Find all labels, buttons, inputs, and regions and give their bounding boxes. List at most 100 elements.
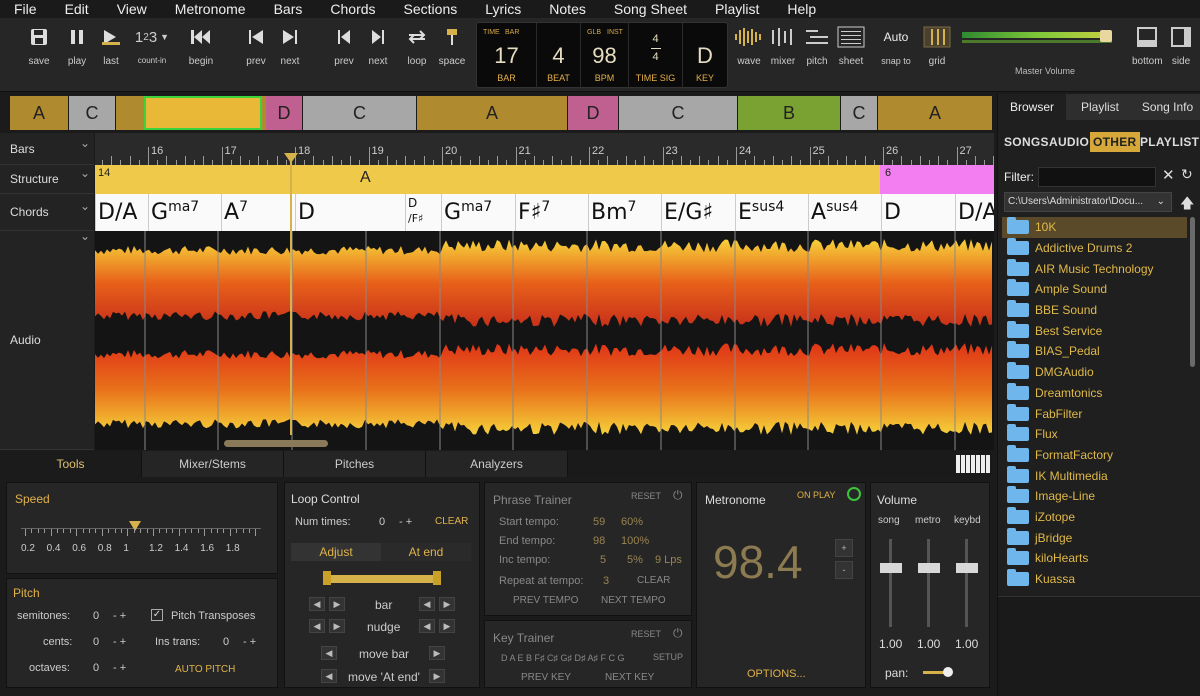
chord-cell[interactable]: Asus4 bbox=[808, 194, 881, 231]
metro-volume-thumb[interactable] bbox=[918, 563, 940, 573]
tempo-down-button[interactable]: - bbox=[835, 561, 853, 579]
sheet-button[interactable]: sheet bbox=[834, 24, 868, 67]
menu-chords[interactable]: Chords bbox=[316, 0, 389, 18]
master-volume-thumb[interactable] bbox=[1099, 30, 1112, 42]
overview-section[interactable]: C bbox=[619, 96, 737, 130]
overview-section[interactable]: D bbox=[266, 96, 302, 130]
menu-file[interactable]: File bbox=[0, 0, 51, 18]
tab-adjust[interactable]: Adjust bbox=[291, 543, 381, 561]
next-key-button[interactable]: NEXT KEY bbox=[605, 672, 654, 683]
loop-clear-button[interactable]: CLEAR bbox=[435, 516, 468, 527]
play-button[interactable]: play bbox=[62, 24, 92, 67]
prev-key-button[interactable]: PREV KEY bbox=[521, 672, 571, 683]
metronome-options-button[interactable]: OPTIONS... bbox=[747, 668, 806, 680]
tab-song-info[interactable]: Song Info bbox=[1134, 94, 1200, 120]
menu-lyrics[interactable]: Lyrics bbox=[471, 0, 535, 18]
structure-section-next[interactable]: 6 bbox=[880, 165, 994, 194]
overview-visible-range[interactable] bbox=[144, 96, 262, 130]
song-volume-slider[interactable] bbox=[889, 539, 892, 627]
nudge-end-right-button[interactable]: ▶ bbox=[439, 619, 455, 633]
timesig-display[interactable]: 4 4 TIME SIG bbox=[629, 23, 683, 89]
list-item[interactable]: iZotope bbox=[1002, 506, 1187, 528]
loop-start-right-button[interactable]: ▶ bbox=[329, 597, 345, 611]
master-volume-slider[interactable] bbox=[962, 30, 1122, 44]
key-setup-button[interactable]: SETUP bbox=[653, 652, 683, 662]
chord-cell[interactable]: Bm7 bbox=[588, 194, 661, 231]
cents-stepper[interactable]: - + bbox=[113, 636, 126, 648]
grid-button[interactable]: grid bbox=[920, 24, 954, 67]
tab-analyzers[interactable]: Analyzers bbox=[426, 451, 568, 477]
list-item[interactable]: IK Multimedia bbox=[1002, 465, 1187, 486]
begin-button[interactable]: begin bbox=[184, 24, 218, 67]
track-area[interactable]: Bars ⌄ Structure ⌄ Chords ⌄ Audio ⌄ 16 17 18 19… bbox=[0, 133, 995, 450]
filter-input[interactable] bbox=[1038, 167, 1156, 187]
pan-thumb[interactable] bbox=[943, 667, 953, 677]
list-item[interactable]: FabFilter bbox=[1002, 403, 1187, 424]
list-item[interactable]: BIAS_Pedal bbox=[1002, 341, 1187, 362]
category-other[interactable]: OTHER bbox=[1090, 132, 1140, 152]
pitch-view-button[interactable]: pitch bbox=[802, 24, 832, 67]
tab-browser[interactable]: Browser bbox=[998, 94, 1066, 120]
menu-view[interactable]: View bbox=[103, 0, 161, 18]
chord-cell[interactable]: F♯7 bbox=[515, 194, 588, 231]
phrase-reset-button[interactable]: RESET bbox=[631, 491, 661, 501]
num-times-stepper[interactable]: - + bbox=[399, 516, 412, 528]
chord-cell[interactable]: D/F♯ bbox=[405, 194, 441, 231]
octaves-stepper[interactable]: - + bbox=[113, 662, 126, 674]
pitch-transposes-checkbox[interactable]: ✓ bbox=[151, 609, 163, 621]
key-reset-button[interactable]: RESET bbox=[631, 629, 661, 639]
menu-help[interactable]: Help bbox=[773, 0, 830, 18]
snap-to-button[interactable]: Auto snap to bbox=[876, 24, 916, 66]
horizontal-scrollbar[interactable] bbox=[224, 440, 328, 447]
keybd-volume-slider[interactable] bbox=[965, 539, 968, 627]
list-item[interactable]: Flux bbox=[1002, 424, 1187, 445]
menu-bars[interactable]: Bars bbox=[260, 0, 317, 18]
list-item[interactable]: Image-Line bbox=[1002, 486, 1187, 507]
semitones-stepper[interactable]: - + bbox=[113, 610, 126, 622]
chord-cell[interactable]: Gma7 bbox=[148, 194, 221, 231]
chord-cell[interactable]: D bbox=[295, 194, 405, 231]
loop-button[interactable]: loop bbox=[402, 24, 432, 67]
auto-pitch-button[interactable]: AUTO PITCH bbox=[175, 664, 235, 675]
loop-range-bar[interactable] bbox=[325, 575, 439, 583]
last-button[interactable]: last bbox=[96, 24, 126, 67]
next-section-button[interactable]: next bbox=[364, 24, 392, 67]
overview-section[interactable]: C bbox=[303, 96, 416, 130]
overview-section[interactable]: C bbox=[841, 96, 877, 130]
loop-start-handle[interactable] bbox=[323, 571, 331, 585]
tab-tools[interactable]: Tools bbox=[0, 451, 142, 477]
tab-playlist[interactable]: Playlist bbox=[1066, 94, 1134, 120]
chevron-down-icon[interactable]: ⌄ bbox=[80, 127, 90, 346]
metronome-on-play[interactable]: ON PLAY bbox=[797, 490, 835, 500]
structure-section-a[interactable]: 14 A bbox=[95, 165, 880, 194]
menu-playlist[interactable]: Playlist bbox=[701, 0, 773, 18]
metronome-tempo-value[interactable]: 98.4 bbox=[713, 535, 803, 589]
song-volume-thumb[interactable] bbox=[880, 563, 902, 573]
playhead-marker[interactable] bbox=[284, 153, 298, 163]
power-icon[interactable]: ⏻ bbox=[673, 488, 683, 503]
space-button[interactable]: space bbox=[436, 24, 468, 67]
loop-end-left-button[interactable]: ◀ bbox=[419, 597, 435, 611]
list-item[interactable]: Addictive Drums 2 bbox=[1002, 238, 1187, 259]
ins-trans-stepper[interactable]: - + bbox=[243, 636, 256, 648]
tab-mixer-stems[interactable]: Mixer/Stems bbox=[142, 451, 284, 477]
move-atend-right-button[interactable]: ▶ bbox=[429, 669, 445, 683]
nudge-start-left-button[interactable]: ◀ bbox=[309, 619, 325, 633]
list-item[interactable]: jBridge bbox=[1002, 527, 1187, 548]
phrase-clear-button[interactable]: CLEAR bbox=[637, 575, 670, 586]
bpm-display[interactable]: GLB INST 98 BPM bbox=[581, 23, 629, 89]
list-item[interactable]: BBE Sound bbox=[1002, 300, 1187, 321]
prev-section-button[interactable]: prev bbox=[330, 24, 358, 67]
category-songs[interactable]: SONGS bbox=[1004, 132, 1049, 152]
refresh-icon[interactable]: ↻ bbox=[1181, 166, 1193, 183]
menu-song-sheet[interactable]: Song Sheet bbox=[600, 0, 701, 18]
move-atend-left-button[interactable]: ◀ bbox=[321, 669, 337, 683]
overview-section[interactable]: C bbox=[69, 96, 115, 130]
vertical-scrollbar[interactable] bbox=[1190, 217, 1195, 367]
overview-section[interactable]: A bbox=[417, 96, 567, 130]
category-audio[interactable]: AUDIO bbox=[1049, 132, 1089, 152]
chord-cell[interactable]: Esus4 bbox=[735, 194, 808, 231]
bottom-layout-button[interactable]: bottom bbox=[1132, 24, 1163, 67]
loop-end-handle[interactable] bbox=[433, 571, 441, 585]
list-item[interactable]: Dreamtonics bbox=[1002, 382, 1187, 404]
